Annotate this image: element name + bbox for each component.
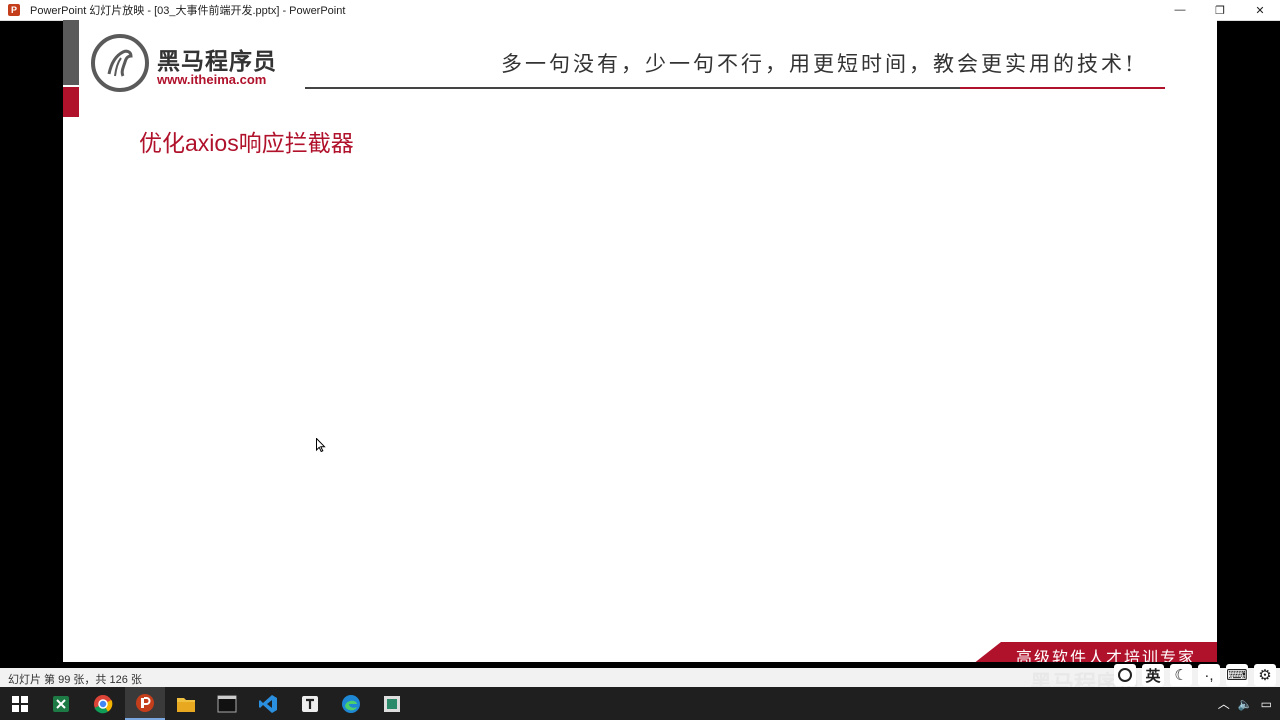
excel-icon[interactable] — [41, 687, 81, 720]
slide-canvas[interactable]: 黑马程序员 www.itheima.com 多一句没有，少一句不行，用更短时间，… — [63, 20, 1217, 662]
slide-title: 优化axios响应拦截器 — [139, 130, 354, 156]
powerpoint-app-icon: P — [8, 4, 20, 16]
settings-gear-icon[interactable]: ⚙ — [1254, 664, 1276, 686]
chrome-icon[interactable] — [83, 687, 123, 720]
ime-toolbar: 英 ☾ ·, ⌨ ⚙ — [1114, 664, 1276, 686]
slide-side-bar-red — [63, 87, 79, 117]
window-titlebar: P PowerPoint 幻灯片放映 - [03_大事件前端开发.pptx] -… — [0, 0, 1280, 21]
chevron-up-icon[interactable]: ︿ — [1218, 695, 1230, 712]
moon-icon[interactable]: ☾ — [1170, 664, 1192, 686]
powerpoint-icon[interactable] — [125, 687, 165, 720]
file-explorer-icon[interactable] — [166, 687, 206, 720]
speaker-icon[interactable]: 🔈 — [1238, 697, 1253, 711]
typora-icon[interactable] — [290, 687, 330, 720]
close-button[interactable]: ✕ — [1240, 0, 1280, 20]
keyboard-icon[interactable]: ⌨ — [1226, 664, 1248, 686]
restore-button[interactable]: ❐ — [1200, 0, 1240, 20]
horse-logo-icon — [91, 34, 149, 92]
logo-url: www.itheima.com — [157, 72, 267, 87]
app-icon[interactable] — [372, 687, 412, 720]
header-divider-accent — [960, 87, 1165, 89]
system-tray: ︿ 🔈 ▭ — [1218, 687, 1272, 720]
window-controls: — ❐ ✕ — [1160, 0, 1280, 20]
mouse-cursor-icon — [316, 437, 326, 457]
edge-icon[interactable] — [331, 687, 371, 720]
footer-banner-text: 高级软件人才培训专家 — [1016, 648, 1197, 662]
slide-counter: 幻灯片 第 99 张，共 126 张 — [8, 674, 142, 686]
slide-side-bar-gray — [63, 20, 79, 85]
ime-logo-icon[interactable] — [1114, 664, 1136, 686]
slide-slogan: 多一句没有，少一句不行，用更短时间，教会更实用的技术! — [501, 52, 1137, 76]
ime-language-toggle[interactable]: 英 — [1142, 664, 1164, 686]
vscode-icon[interactable] — [248, 687, 288, 720]
window-title: PowerPoint 幻灯片放映 - [03_大事件前端开发.pptx] - P… — [30, 5, 346, 17]
taskbar: ︿ 🔈 ▭ — [0, 687, 1280, 720]
terminal-icon[interactable] — [207, 687, 247, 720]
notification-icon[interactable]: ▭ — [1261, 697, 1272, 711]
logo-brand-name: 黑马程序员 — [157, 48, 277, 74]
windows-start-icon[interactable] — [0, 687, 40, 720]
punctuation-icon[interactable]: ·, — [1198, 664, 1220, 686]
minimize-button[interactable]: — — [1160, 0, 1200, 20]
